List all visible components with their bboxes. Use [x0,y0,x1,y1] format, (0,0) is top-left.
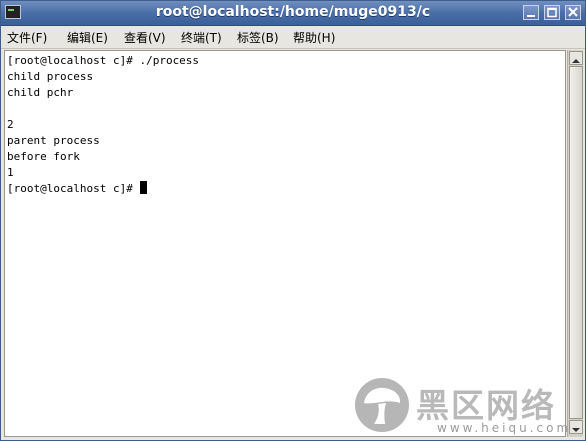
terminal-output[interactable]: [root@localhost c]# ./process child proc… [4,50,566,437]
minimize-button[interactable] [523,5,539,20]
scroll-up-button[interactable] [569,51,583,65]
maximize-button[interactable] [544,5,560,20]
window-title: root@localhost:/home/muge0913/c [155,4,431,20]
maximize-icon [547,7,557,18]
minimize-icon [527,15,535,17]
scrollbar-thumb[interactable] [569,66,583,419]
terminal-prompt: [root@localhost c]# [7,182,140,195]
close-icon [568,7,578,17]
title-bar[interactable]: root@localhost:/home/muge0913/c [1,1,585,26]
scroll-down-button[interactable] [569,420,583,434]
terminal-line: 1 [7,166,14,179]
terminal-line: child process [7,70,94,83]
menu-edit[interactable]: 编辑(E) [67,29,108,46]
menu-bar: 文件(F) 编辑(E) 查看(V) 终端(T) 标签(B) 帮助(H) [1,26,585,49]
menu-view[interactable]: 查看(V) [124,29,166,46]
arrow-down-icon [572,428,580,432]
text-cursor [140,181,148,194]
menu-terminal[interactable]: 终端(T) [181,29,222,46]
menu-help[interactable]: 帮助(H) [293,29,335,46]
menu-tabs[interactable]: 标签(B) [237,29,279,46]
terminal-line: before fork [7,150,80,163]
terminal-line: [root@localhost c]# ./process [7,54,200,67]
vertical-scrollbar[interactable] [567,50,583,437]
terminal-window: root@localhost:/home/muge0913/c 文件(F) 编辑… [0,0,586,441]
terminal-prompt-line: [root@localhost c]# [7,181,148,197]
terminal-line: parent process [7,134,100,147]
menu-file[interactable]: 文件(F) [7,29,47,46]
terminal-line: 2 [7,118,14,131]
close-button[interactable] [565,5,581,20]
terminal-line: child pchr [7,86,74,99]
